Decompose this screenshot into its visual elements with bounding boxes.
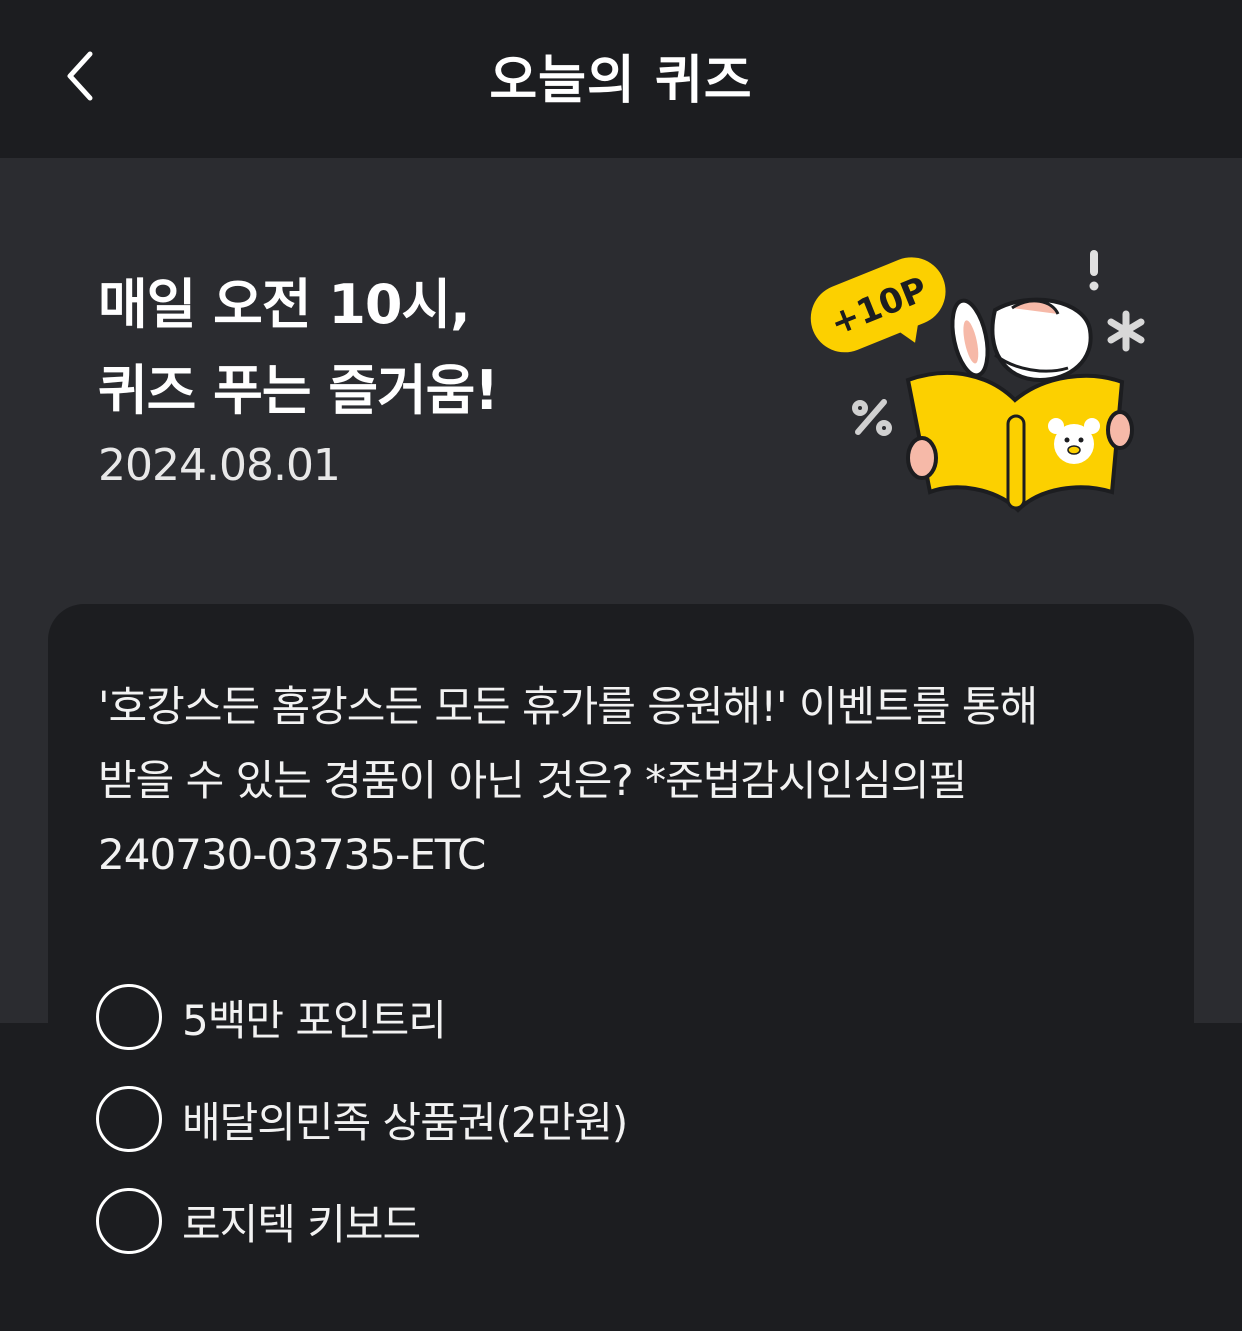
points-badge: +10P bbox=[810, 257, 946, 353]
hero-headline: 매일 오전 10시, 퀴즈 푸는 즐거움! bbox=[98, 262, 499, 434]
percent-icon bbox=[852, 399, 892, 436]
option-label: 로지텍 키보드 bbox=[182, 1199, 421, 1249]
page-title: 오늘의 퀴즈 bbox=[489, 50, 753, 111]
headline-line-2: 퀴즈 푸는 즐거움! bbox=[98, 359, 499, 422]
radio-button[interactable] bbox=[96, 984, 162, 1050]
option-label: 배달의민족 상품권(2만원) bbox=[182, 1097, 628, 1147]
asterisk-icon bbox=[1107, 310, 1145, 352]
headline-line-1: 매일 오전 10시, bbox=[98, 273, 471, 336]
exclamation-icon bbox=[1089, 250, 1099, 291]
quiz-date: 2024.08.01 bbox=[98, 440, 341, 491]
question-line-2: 받을 수 있는 경품이 아닌 것은? *준법감시인심의필 bbox=[98, 756, 967, 805]
quiz-question: '호캉스든 홈캉스든 모든 휴가를 응원해!' 이벤트를 통해 받을 수 있는 … bbox=[98, 670, 1158, 892]
rabbit-character bbox=[950, 297, 1093, 383]
quiz-option[interactable]: 로지텍 키보드 bbox=[96, 1185, 1096, 1257]
quiz-option[interactable]: 배달의민족 상품권(2만원) bbox=[96, 1083, 1096, 1155]
book-icon bbox=[905, 370, 1125, 513]
top-bar: 오늘의 퀴즈 bbox=[0, 0, 1242, 158]
radio-button[interactable] bbox=[96, 1086, 162, 1152]
radio-button[interactable] bbox=[96, 1188, 162, 1254]
quiz-option[interactable]: 5백만 포인트리 bbox=[96, 981, 1096, 1053]
question-line-3: 240730-03735-ETC bbox=[98, 830, 486, 879]
option-label: 5백만 포인트리 bbox=[182, 995, 447, 1045]
rabbit-reading-book-illustration: +10P bbox=[810, 250, 1145, 513]
question-line-1: '호캉스든 홈캉스든 모든 휴가를 응원해!' 이벤트를 통해 bbox=[98, 682, 1038, 731]
